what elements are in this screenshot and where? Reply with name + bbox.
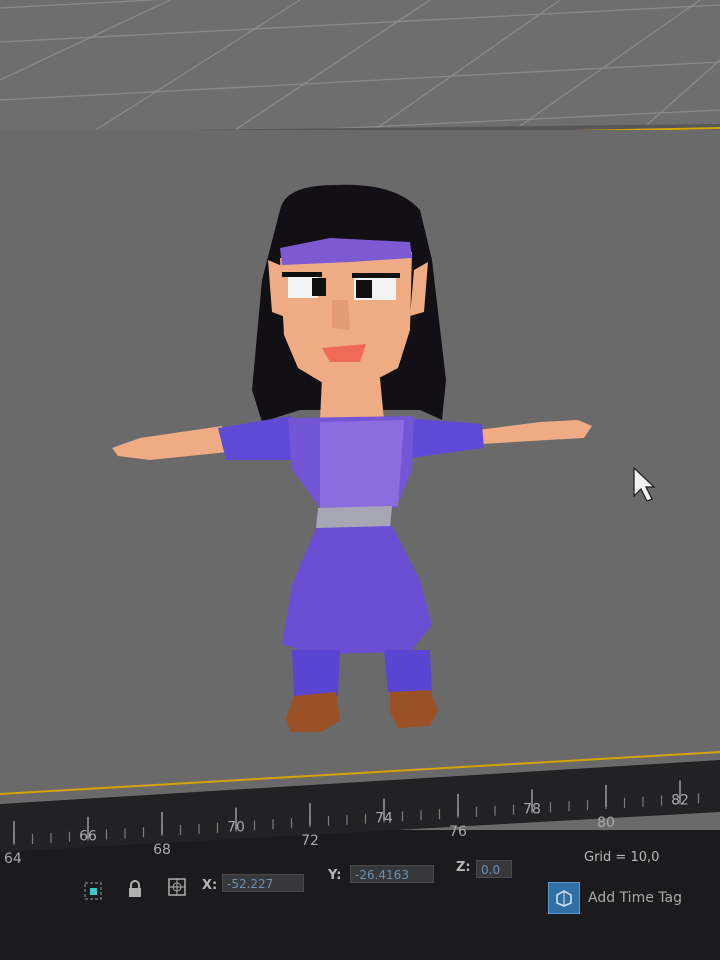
- right-leg: [384, 650, 432, 692]
- left-arm: [112, 426, 228, 460]
- character-model: [0, 184, 720, 795]
- grid-line: [0, 0, 164, 9]
- grid-readout: Grid = 10,0: [584, 850, 660, 865]
- y-label: Y:: [328, 868, 342, 883]
- right-pupil: [356, 280, 372, 298]
- timeline-tick-label: 68: [153, 842, 171, 858]
- absolute-mode-icon[interactable]: [166, 876, 188, 898]
- x-label: X:: [202, 878, 218, 893]
- grid-line: [0, 4, 720, 43]
- z-label: Z:: [456, 860, 471, 875]
- perspective-viewport[interactable]: [0, 130, 720, 830]
- nose: [332, 300, 350, 330]
- skirt: [282, 526, 432, 654]
- add-time-tag-label: Add Time Tag: [588, 890, 682, 906]
- max-ui-screenshot: 64 66 68 70 72 74 76 78 80 82 X: -52.227 Y: -26.4…: [0, 0, 720, 960]
- time-tag-icon: [548, 882, 580, 914]
- left-sleeve: [218, 416, 300, 460]
- grid-line: [79, 0, 301, 140]
- padlock-icon[interactable]: [124, 878, 146, 900]
- timeline-tick-label: 72: [301, 833, 319, 849]
- belt: [316, 506, 392, 528]
- left-brow: [282, 272, 322, 277]
- y-coordinate-field[interactable]: -26.4163: [350, 865, 434, 883]
- arrow-cursor-icon: [633, 466, 656, 502]
- timeline-tick-label: 66: [79, 829, 97, 845]
- grid-line: [0, 0, 171, 81]
- viewport-active-border: [0, 751, 720, 795]
- x-coordinate-field[interactable]: -52.227: [222, 874, 304, 892]
- top-viewport[interactable]: [0, 0, 720, 140]
- add-time-tag-button[interactable]: Add Time Tag: [548, 882, 682, 914]
- grid-line: [0, 61, 720, 101]
- right-arm: [478, 420, 592, 444]
- right-shoe: [390, 690, 438, 728]
- left-shoe: [286, 692, 340, 732]
- right-sleeve: [404, 418, 484, 458]
- right-brow: [352, 273, 400, 278]
- torso-front: [320, 420, 404, 508]
- top-viewport-grid: [0, 0, 720, 140]
- left-leg: [292, 650, 340, 696]
- status-bar: X: -52.227 Y: -26.4163 Z: 0.0 Grid = 10,…: [0, 850, 720, 960]
- grid-line: [219, 0, 431, 140]
- selection-lock-icon[interactable]: [82, 880, 104, 902]
- left-pupil: [312, 278, 326, 296]
- z-coordinate-field[interactable]: 0.0: [476, 860, 512, 878]
